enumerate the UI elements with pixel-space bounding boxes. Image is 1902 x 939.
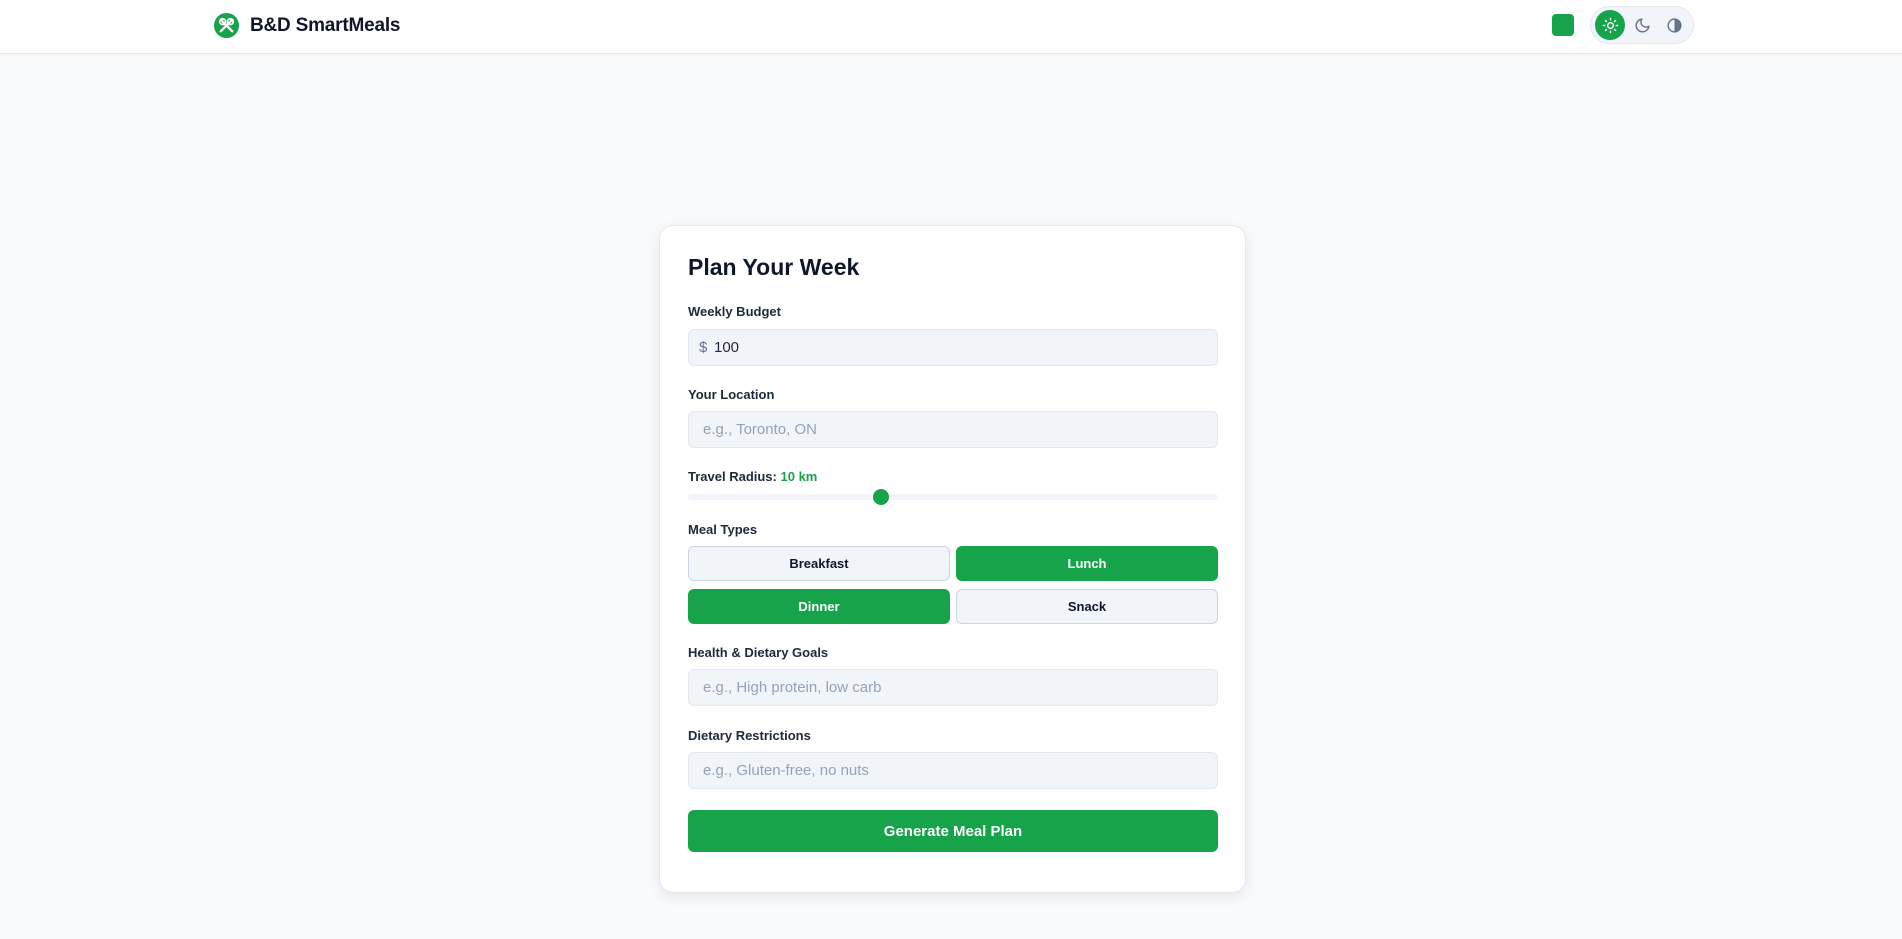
brand[interactable]: B&D SmartMeals	[213, 12, 401, 39]
radius-value: 10 km	[780, 469, 818, 484]
meal-type-dinner-button[interactable]: Dinner	[688, 589, 950, 624]
goals-label: Health & Dietary Goals	[688, 645, 829, 660]
budget-label: Weekly Budget	[688, 304, 781, 319]
currency-symbol: $	[699, 339, 708, 356]
light-theme-button[interactable]	[1595, 10, 1625, 40]
radius-label-row: Travel Radius: 10 km	[688, 469, 817, 484]
radius-slider-thumb[interactable]	[873, 489, 890, 505]
sun-icon	[1602, 17, 1618, 33]
brand-name: B&D SmartMeals	[250, 14, 401, 36]
location-input[interactable]	[688, 411, 1218, 448]
high-contrast-theme-button[interactable]	[1659, 10, 1689, 40]
top-navbar: B&D SmartMeals	[0, 0, 1902, 54]
contrast-icon	[1666, 17, 1682, 33]
moon-icon	[1635, 17, 1650, 32]
restrictions-input[interactable]	[688, 752, 1218, 789]
dark-theme-button[interactable]	[1627, 10, 1657, 40]
crossed-utensils-icon	[213, 12, 240, 39]
meal-type-snack-button[interactable]: Snack	[956, 589, 1218, 624]
meal-type-lunch-button[interactable]: Lunch	[956, 546, 1218, 581]
location-label: Your Location	[688, 387, 775, 402]
generate-meal-plan-button[interactable]: Generate Meal Plan	[688, 810, 1218, 852]
plan-form-card: Plan Your Week Weekly Budget $ Your Loca…	[659, 225, 1246, 893]
accent-color-swatch[interactable]	[1552, 14, 1574, 36]
goals-input[interactable]	[688, 669, 1218, 706]
meal-type-breakfast-button[interactable]: Breakfast	[688, 546, 950, 581]
meal-types-label: Meal Types	[688, 522, 758, 537]
budget-input[interactable]	[688, 329, 1218, 366]
radius-slider-track[interactable]	[688, 494, 1218, 500]
theme-toggle	[1590, 6, 1694, 44]
form-title: Plan Your Week	[688, 254, 860, 280]
restrictions-label: Dietary Restrictions	[688, 728, 811, 743]
radius-label: Travel Radius:	[688, 469, 777, 484]
